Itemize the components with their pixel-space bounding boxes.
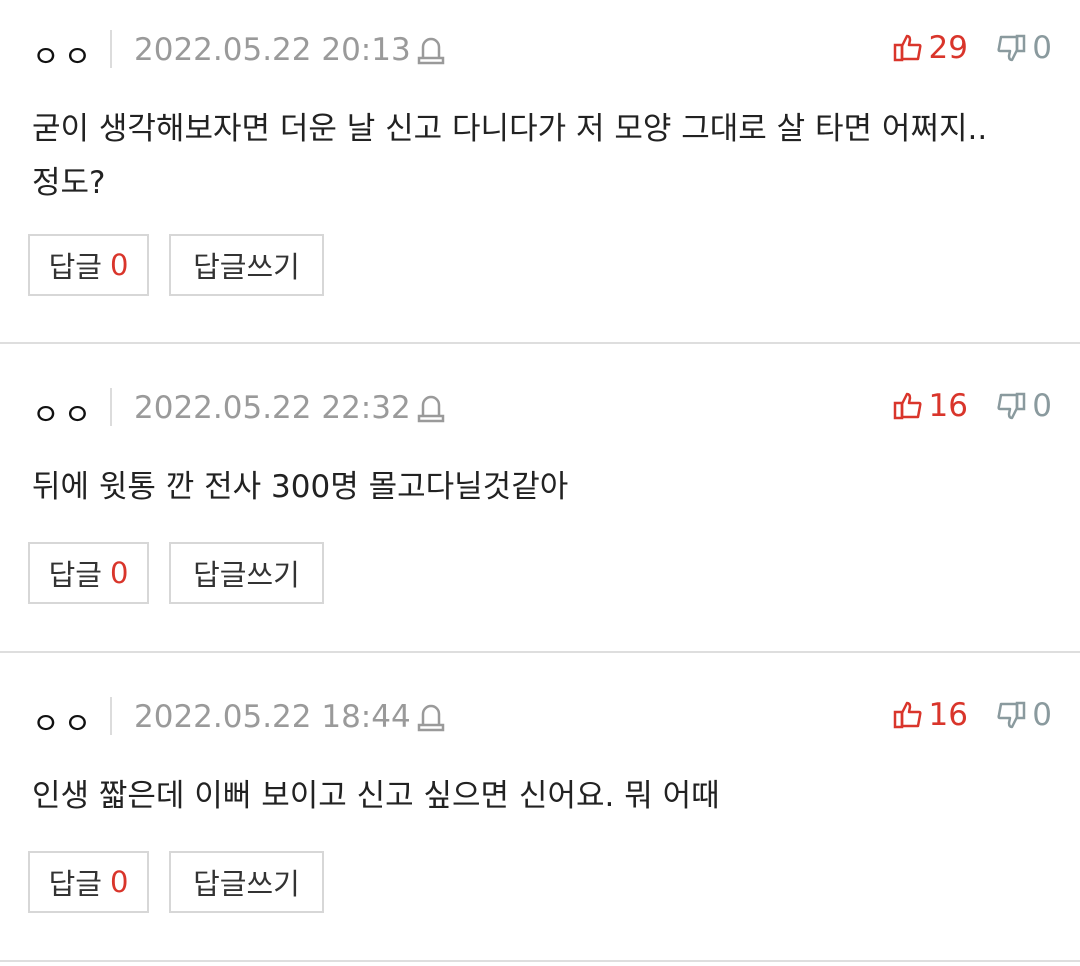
comment-meta: ㅇㅇ 2022.05.22 18:44 16 0 bbox=[32, 697, 1052, 742]
comment-author[interactable]: ㅇㅇ bbox=[32, 699, 95, 743]
comment-item: ㅇㅇ 2022.05.22 20:13 29 0 굳이 생각해보자면 더운 날 … bbox=[0, 0, 1080, 344]
reply-count-button[interactable]: 답글 0 bbox=[28, 851, 149, 913]
thumbs-down-icon bbox=[997, 392, 1026, 420]
like-count: 16 bbox=[928, 697, 968, 733]
dislike-count: 0 bbox=[1032, 30, 1052, 66]
like-count: 29 bbox=[928, 30, 968, 66]
reply-count: 0 bbox=[109, 248, 129, 282]
divider bbox=[110, 388, 112, 426]
comment-text: 뒤에 윗통 깐 전사 300명 몰고다닐것같아 bbox=[32, 460, 1052, 514]
thumbs-down-icon bbox=[997, 701, 1026, 729]
comment-item: ㅇㅇ 2022.05.22 18:44 16 0 인생 짧은데 이뻐 보이고 신… bbox=[0, 653, 1080, 962]
dislike-button[interactable]: 0 bbox=[996, 30, 1052, 66]
reply-count: 0 bbox=[109, 865, 129, 899]
comment-text-line: 뒤에 윗통 깐 전사 300명 몰고다닐것같아 bbox=[32, 469, 569, 505]
siren-icon[interactable] bbox=[416, 701, 446, 733]
comment-text-line: 인생 짧은데 이뻐 보이고 신고 싶으면 신어요. 뭐 어때 bbox=[32, 778, 720, 814]
write-reply-button[interactable]: 답글쓰기 bbox=[169, 542, 324, 604]
reply-count-button[interactable]: 답글 0 bbox=[28, 234, 149, 296]
reply-count: 0 bbox=[109, 556, 129, 590]
reply-label: 답글 bbox=[48, 250, 102, 284]
dislike-button[interactable]: 0 bbox=[996, 697, 1052, 733]
reply-count-button[interactable]: 답글 0 bbox=[28, 542, 149, 604]
thumbs-up-icon bbox=[893, 34, 922, 62]
like-count: 16 bbox=[928, 388, 968, 424]
thumbs-down-icon bbox=[997, 34, 1026, 62]
comment-text-line: 굳이 생각해보자면 더운 날 신고 다니다가 저 모양 그대로 살 타면 어쩌지… bbox=[32, 111, 988, 147]
comment-item: ㅇㅇ 2022.05.22 22:32 16 0 뒤에 윗통 깐 전사 300명… bbox=[0, 344, 1080, 653]
write-reply-button[interactable]: 답글쓰기 bbox=[169, 851, 324, 913]
dislike-count: 0 bbox=[1032, 697, 1052, 733]
comment-author[interactable]: ㅇㅇ bbox=[32, 390, 95, 434]
comment-text-line: 정도? bbox=[32, 165, 106, 201]
comment-actions: 답글 0 답글쓰기 bbox=[28, 851, 324, 913]
dislike-count: 0 bbox=[1032, 388, 1052, 424]
siren-icon[interactable] bbox=[416, 34, 446, 66]
reply-label: 답글 bbox=[48, 558, 102, 592]
siren-icon[interactable] bbox=[416, 392, 446, 424]
dislike-button[interactable]: 0 bbox=[996, 388, 1052, 424]
comment-actions: 답글 0 답글쓰기 bbox=[28, 234, 324, 296]
reply-label: 답글 bbox=[48, 867, 102, 901]
like-button[interactable]: 29 bbox=[893, 30, 968, 66]
comment-meta: ㅇㅇ 2022.05.22 22:32 16 0 bbox=[32, 388, 1052, 433]
comment-author[interactable]: ㅇㅇ bbox=[32, 32, 95, 76]
write-reply-button[interactable]: 답글쓰기 bbox=[169, 234, 324, 296]
divider bbox=[110, 697, 112, 735]
comment-date: 2022.05.22 22:32 bbox=[134, 390, 411, 426]
divider bbox=[110, 30, 112, 68]
thumbs-up-icon bbox=[893, 701, 922, 729]
like-button[interactable]: 16 bbox=[893, 697, 968, 733]
comment-text: 인생 짧은데 이뻐 보이고 신고 싶으면 신어요. 뭐 어때 bbox=[32, 769, 1052, 823]
comment-date: 2022.05.22 18:44 bbox=[134, 699, 411, 735]
like-button[interactable]: 16 bbox=[893, 388, 968, 424]
comment-text: 굳이 생각해보자면 더운 날 신고 다니다가 저 모양 그대로 살 타면 어쩌지… bbox=[32, 102, 1052, 210]
comment-meta: ㅇㅇ 2022.05.22 20:13 29 0 bbox=[32, 30, 1052, 75]
comment-actions: 답글 0 답글쓰기 bbox=[28, 542, 324, 604]
comment-date: 2022.05.22 20:13 bbox=[134, 32, 411, 68]
thumbs-up-icon bbox=[893, 392, 922, 420]
